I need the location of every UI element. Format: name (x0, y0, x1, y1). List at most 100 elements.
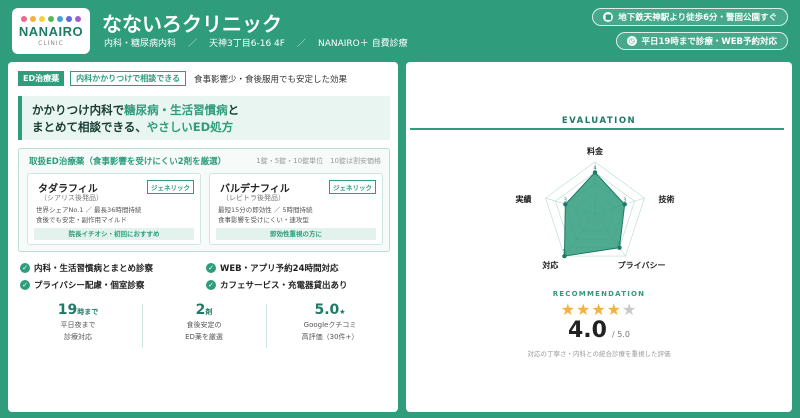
radar-value-label: 3 (564, 197, 567, 203)
radar-value-label: 4 (618, 241, 621, 247)
evaluation-rule (410, 128, 784, 130)
stat-hours: 19時まで 平日夜まで 診療対応 (18, 302, 138, 352)
feature-item: ✓ カフェサービス・充電器貸出あり (206, 279, 348, 291)
header: NANAIRO CLINIC なないろクリニック 内科・糖尿病内科 ／ 天神3丁… (0, 0, 800, 60)
feature-text: カフェサービス・充電器貸出あり (220, 281, 348, 291)
lead-highlight: 糖尿病・生活習慣病 (124, 103, 228, 117)
drug-sub: （シアリス後発品） (40, 194, 103, 202)
drug-sub: （レビトラ後発品） (222, 194, 285, 202)
stat-value: 2 (195, 302, 206, 318)
radar-axis-label: プライバシー (618, 260, 666, 270)
logo-dot (39, 15, 45, 22)
radar-data-area (563, 171, 626, 257)
hours-pill[interactable]: ◷ 平日19時まで診療・WEB予約対応 (615, 32, 788, 50)
lead-line-2: まとめて相談できる、やさしいED処方 (32, 119, 380, 136)
stat-unit: 時まで (77, 308, 99, 316)
score-block: 4.0 / 5.0 (406, 318, 792, 343)
ed-info-panel: ED治療薬 内科かかりつけで相談できる 食事影響少・食後服用でも安定した効果 か… (8, 62, 398, 412)
kakari-badge: 内科かかりつけで相談できる (70, 71, 187, 86)
lead-message: かかりつけ内科で糖尿病・生活習慣病と まとめて相談できる、やさしいED処方 (18, 96, 390, 140)
feature-text: WEB・アプリ予約24時間対応 (220, 264, 339, 274)
stat-divider (142, 304, 143, 348)
stat-reviews: 5.0★ Googleクチコミ 高評価（30件+） (270, 302, 390, 352)
top-note: 食事影響少・食後服用でも安定した効果 (194, 74, 348, 85)
radar-axis-label: 実績 (516, 194, 532, 204)
drug-detail: 世界シェアNo.1 ／ 最長36時間持続 (36, 206, 142, 214)
evaluation-panel: EVALUATION 4 3 4 5 3 料金 技術 プライバシー 対応 実績 RECOMMEND… (406, 62, 792, 412)
logo-dot (75, 15, 81, 22)
stat-label: 平日夜まで (60, 321, 96, 329)
feature-item: ✓ 内科・生活習慣病とまとめ診察 (20, 262, 153, 274)
meta-separator: ／ (296, 39, 306, 49)
drug-box: 取扱ED治療薬（食事影響を受けにくい2剤を厳選） 1錠・5錠・10錠単位 10錠… (18, 148, 390, 252)
star-filled-icon: ★ (560, 300, 576, 319)
drug-detail: 最短15分の即効性 ／ 5時間持続 (218, 206, 313, 214)
stat-unit: ★ (339, 308, 346, 316)
logo-name: NANAIRO (18, 23, 84, 39)
logo-dot (30, 15, 36, 22)
feature-item: ✓ WEB・アプリ予約24時間対応 (206, 262, 339, 274)
lead-text: まとめて相談できる、 (32, 120, 147, 134)
drug-card-tadalafil[interactable]: タダラフィル ジェネリック （シアリス後発品） 世界シェアNo.1 ／ 最長36… (27, 173, 201, 245)
meta-separator: ／ (188, 39, 198, 49)
generic-badge: ジェネリック (147, 180, 194, 194)
recommendation-note: 対応の丁寧さ・内科との統合診療を重視した評価 (527, 350, 671, 358)
logo-sub: CLINIC (38, 39, 64, 47)
feature-item: ✓ プライバシー配慮・個室診察 (20, 279, 144, 291)
drug-detail: 食後でも安定・副作用マイルド (36, 216, 127, 224)
drug-tag: 即効性重視の方に (216, 228, 376, 240)
logo-dot (48, 15, 54, 22)
stat-unit: 剤 (205, 308, 213, 316)
check-icon: ✓ (20, 280, 30, 290)
train-icon: ■ (603, 12, 614, 22)
star-filled-icon: ★ (591, 300, 607, 319)
logo-dot (66, 15, 72, 22)
stat-value: 19 (57, 302, 78, 318)
star-empty-icon: ★ (622, 300, 638, 319)
clinic-meta: 内科・糖尿病内科 ／ 天神3丁目6-16 4F ／ NANAIRO＋ 自費診療 (104, 36, 408, 49)
lead-highlight: やさしいED処方 (146, 120, 234, 134)
stat-label: Googleクチコミ (303, 321, 357, 329)
lead-text: かかりつけ内科で (32, 103, 125, 117)
drug-detail: 食事影響を受けにくい・速攻型 (218, 216, 309, 224)
meta-address: 天神3丁目6-16 4F (209, 39, 285, 49)
clinic-logo[interactable]: NANAIRO CLINIC (12, 8, 90, 54)
feature-text: プライバシー配慮・個室診察 (34, 281, 145, 291)
tag-row: ED治療薬 内科かかりつけで相談できる 食事影響少・食後服用でも安定した効果 (18, 71, 347, 86)
stat-divider (266, 304, 267, 348)
drug-card-vardenafil[interactable]: バルデナフィル ジェネリック （レビトラ後発品） 最短15分の即効性 ／ 5時間… (209, 173, 383, 245)
drug-box-title: 取扱ED治療薬（食事影響を受けにくい2剤を厳選） (29, 157, 227, 167)
hours-text: 平日19時まで診療・WEB予約対応 (641, 37, 778, 47)
ed-badge: ED治療薬 (18, 71, 65, 86)
score-value: 4.0 (567, 318, 607, 343)
access-text: 地下鉄天神駅より徒歩6分・警固公園すぐ (618, 13, 777, 23)
feature-text: 内科・生活習慣病とまとめ診察 (34, 264, 154, 274)
radar-value-label: 5 (563, 249, 566, 255)
meta-department: 内科・糖尿病内科 (104, 39, 177, 49)
lead-line-1: かかりつけ内科で糖尿病・生活習慣病と (32, 102, 380, 119)
stat-number: 2剤 (144, 302, 264, 318)
access-pill[interactable]: ■ 地下鉄天神駅より徒歩6分・警固公園すぐ (592, 8, 788, 26)
check-icon: ✓ (20, 263, 30, 273)
lead-text: と (227, 103, 240, 117)
radar-axis-label: 対応 (541, 260, 558, 270)
stat-label: 診療対応 (64, 333, 92, 341)
evaluation-title: EVALUATION (561, 116, 637, 126)
stat-number: 19時まで (18, 302, 138, 318)
clock-icon: ◷ (626, 36, 637, 46)
check-icon: ✓ (206, 263, 216, 273)
check-icon: ✓ (206, 280, 216, 290)
radar-value-label: 3 (623, 197, 626, 203)
recommendation-title: RECOMMENDATION (552, 290, 646, 298)
meta-brand: NANAIRO＋ 自費診療 (317, 39, 408, 49)
stat-label: 高評価（30件+） (301, 333, 359, 341)
page-title: なないろクリニック (102, 12, 282, 36)
stat-label: 食後安定の (186, 321, 222, 329)
score-max: / 5.0 (612, 330, 631, 339)
stat-drugs: 2剤 食後安定の ED薬を厳選 (144, 302, 264, 352)
rating-stars: ★★★★★ (406, 300, 792, 319)
drug-tag: 院長イチオシ・初回におすすめ (34, 228, 194, 240)
radar-axis-label: 技術 (658, 194, 674, 204)
generic-badge: ジェネリック (329, 180, 376, 194)
logo-dot (57, 15, 63, 22)
